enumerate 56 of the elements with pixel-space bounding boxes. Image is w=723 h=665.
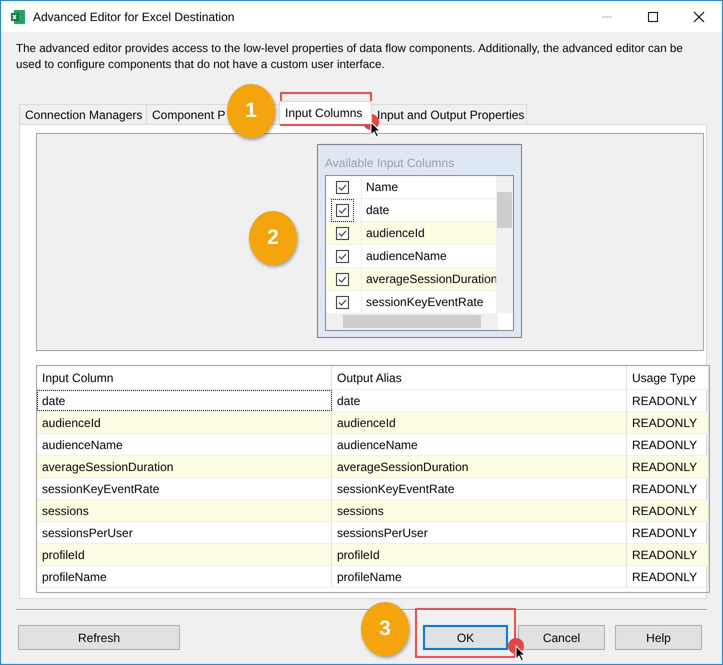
table-cell: averageSessionDuration xyxy=(332,456,627,477)
table-cell: READONLY xyxy=(627,566,709,587)
table-cell: audienceId xyxy=(332,412,627,433)
tab[interactable]: Input and Output Properties xyxy=(371,104,527,124)
table-cell: sessionsPerUser xyxy=(37,522,332,543)
checkbox[interactable] xyxy=(336,250,349,262)
cursor-icon xyxy=(507,637,529,663)
table-cell: sessionKeyEventRate xyxy=(37,478,332,499)
table-cell: date xyxy=(332,390,627,411)
table-cell: READONLY xyxy=(627,544,709,565)
dialog-button[interactable]: Refresh xyxy=(18,625,180,650)
table-cell: audienceName xyxy=(332,434,627,455)
tab[interactable]: Input Columns xyxy=(279,101,372,124)
vertical-scrollbar[interactable] xyxy=(496,176,513,313)
close-icon[interactable] xyxy=(693,10,705,22)
panel-title: Available Input Columns xyxy=(325,155,456,172)
excel-icon xyxy=(10,8,26,24)
table-cell: profileId xyxy=(37,544,332,565)
checkbox[interactable] xyxy=(336,226,349,240)
checkbox[interactable] xyxy=(336,272,349,286)
column-header[interactable]: Input Column xyxy=(37,366,332,389)
table-cell: READONLY xyxy=(627,390,709,411)
column-header[interactable]: Usage Type xyxy=(627,366,709,389)
dialog-button[interactable]: Cancel xyxy=(518,625,605,650)
window-title: Advanced Editor for Excel Destination xyxy=(33,10,234,24)
table-cell: sessionsPerUser xyxy=(332,522,627,543)
table-cell: READONLY xyxy=(627,500,709,521)
description-text: The advanced editor provides access to the low-level properties of data flow components. Additionally, the advanced editor can be used to configure components that do not have a custom user interface. xyxy=(16,41,684,73)
table-cell: averageSessionDuration xyxy=(37,456,332,477)
horizontal-scrollbar[interactable] xyxy=(326,313,498,330)
column-header[interactable]: Output Alias xyxy=(332,366,627,389)
table-cell: READONLY xyxy=(627,434,709,455)
dialog-button[interactable]: OK xyxy=(423,625,508,650)
maximize-icon[interactable] xyxy=(647,10,659,22)
table-cell: profileId xyxy=(332,544,627,565)
table-cell: audienceId xyxy=(37,412,332,433)
list-item[interactable]: date xyxy=(361,199,390,221)
table-cell: READONLY xyxy=(627,522,709,543)
table-cell: profileName xyxy=(332,566,627,587)
table-cell: sessionKeyEventRate xyxy=(332,478,627,499)
checkbox[interactable] xyxy=(336,180,349,194)
table-cell: READONLY xyxy=(627,478,709,499)
table-cell: READONLY xyxy=(627,412,709,433)
dialog-button[interactable]: Help xyxy=(615,625,702,650)
list-item[interactable]: audienceName xyxy=(361,245,447,267)
table-cell: sessions xyxy=(37,500,332,521)
tab[interactable]: Connection Managers xyxy=(19,104,147,124)
checkbox[interactable] xyxy=(336,296,349,308)
table-cell: profileName xyxy=(37,566,332,587)
step-badge: 1 xyxy=(227,84,275,138)
step-badge: 3 xyxy=(361,602,409,656)
list-header: Name xyxy=(361,176,398,198)
table-cell: date xyxy=(37,390,332,411)
table-cell: READONLY xyxy=(627,456,709,477)
table-cell: audienceName xyxy=(37,434,332,455)
table-cell: sessions xyxy=(332,500,627,521)
